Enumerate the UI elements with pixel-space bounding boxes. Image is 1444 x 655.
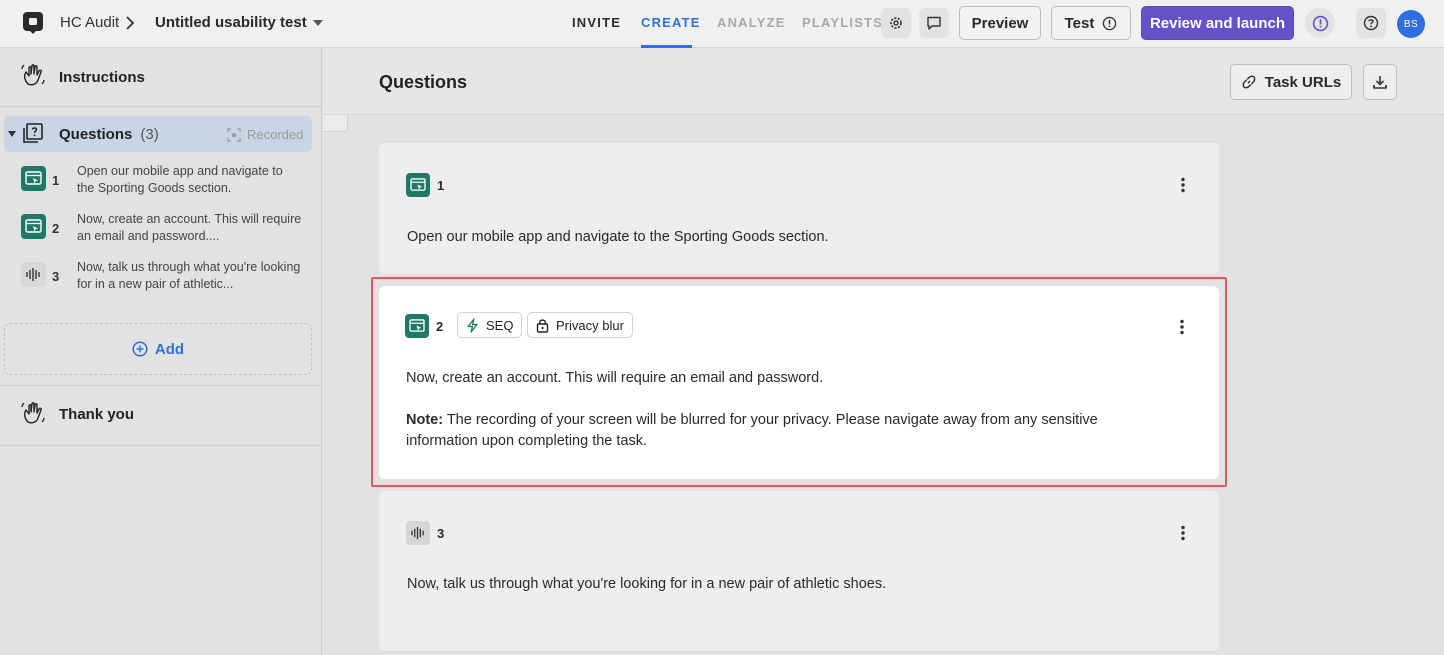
tab-playlists[interactable]: PLAYLISTS xyxy=(802,15,883,30)
add-label: Add xyxy=(154,340,185,358)
more-options-icon[interactable] xyxy=(1178,525,1188,541)
app-logo-icon[interactable] xyxy=(22,11,44,35)
recorded-label: Recorded xyxy=(247,127,304,142)
questions-count: (3) xyxy=(140,126,159,143)
task-urls-label: Task URLs xyxy=(1264,73,1342,91)
task-icon xyxy=(406,173,430,197)
status-alert-button[interactable] xyxy=(1305,8,1335,38)
help-button[interactable] xyxy=(1356,8,1386,38)
sidebar: Instructions Questions (3) Recorded 1 Ope… xyxy=(0,48,322,655)
tab-analyze[interactable]: ANALYZE xyxy=(717,15,786,30)
question-number: 3 xyxy=(52,269,60,284)
divider xyxy=(0,385,322,386)
question-preview-text: Open our mobile app and navigate to the … xyxy=(77,164,283,195)
page-title: Questions xyxy=(379,72,468,92)
audio-waveform-icon xyxy=(406,521,430,545)
test-button[interactable]: Test xyxy=(1051,6,1131,40)
help-circle-icon xyxy=(1363,15,1379,31)
link-icon xyxy=(1242,75,1256,89)
sidebar-item-thank-you[interactable]: Thank you xyxy=(59,406,134,423)
download-icon xyxy=(1373,76,1387,89)
tab-create[interactable]: CREATE xyxy=(641,15,701,30)
question-number: 2 xyxy=(52,221,60,236)
settings-button[interactable] xyxy=(881,8,911,38)
avatar[interactable]: BS xyxy=(1397,10,1425,38)
question-list-icon xyxy=(23,123,43,143)
divider xyxy=(0,106,322,107)
questions-label: Questions xyxy=(59,126,133,143)
audio-waveform-icon xyxy=(21,262,46,287)
main-header: Questions Task URLs xyxy=(323,48,1444,115)
sidebar-item-questions[interactable]: Questions (3) Recorded xyxy=(4,116,312,152)
breadcrumb-project[interactable]: HC Audit xyxy=(60,14,119,31)
question-preview-text: Now, talk us through what you're looking… xyxy=(77,260,301,291)
tab-invite[interactable]: INVITE xyxy=(572,15,621,30)
test-button-label: Test xyxy=(1064,14,1095,32)
caret-down-icon[interactable] xyxy=(8,131,16,137)
chevron-right-icon xyxy=(126,16,135,30)
screen-record-icon xyxy=(227,127,241,142)
top-bar: HC Audit Untitled usability test INVITE … xyxy=(0,0,1444,48)
download-button[interactable] xyxy=(1363,64,1397,100)
sidebar-item-instructions[interactable]: Instructions xyxy=(59,69,145,86)
caret-down-icon[interactable] xyxy=(313,19,323,27)
plus-circle-icon xyxy=(132,341,148,357)
selection-highlight xyxy=(371,277,1227,487)
gear-icon xyxy=(890,17,902,29)
question-card-3[interactable]: 3 Now, talk us through what you're looki… xyxy=(379,491,1219,651)
comment-icon xyxy=(927,16,941,30)
comments-button[interactable] xyxy=(919,8,949,38)
alert-circle-icon xyxy=(1103,16,1117,30)
waving-hand-icon xyxy=(21,64,45,86)
add-question-button[interactable]: Add xyxy=(4,323,312,375)
divider xyxy=(0,445,322,446)
question-number: 1 xyxy=(437,178,445,193)
question-number: 3 xyxy=(437,526,445,541)
alert-circle-icon xyxy=(1312,15,1328,31)
waving-hand-icon xyxy=(21,402,45,424)
question-text: Open our mobile app and navigate to the … xyxy=(407,229,829,245)
test-name-title[interactable]: Untitled usability test xyxy=(155,14,307,31)
task-icon xyxy=(21,166,46,191)
question-card-1[interactable]: 1 Open our mobile app and navigate to th… xyxy=(379,143,1219,274)
question-text: Now, talk us through what you're looking… xyxy=(407,576,887,592)
recorded-status: Recorded xyxy=(227,127,303,142)
task-icon xyxy=(21,214,46,239)
questions-heading: Questions (3) xyxy=(59,126,159,143)
review-and-launch-button[interactable]: Review and launch xyxy=(1141,6,1294,40)
preview-button[interactable]: Preview xyxy=(959,6,1041,40)
more-options-icon[interactable] xyxy=(1178,177,1188,193)
question-preview-text: Now, create an account. This will requir… xyxy=(77,212,302,243)
question-number: 1 xyxy=(52,173,60,188)
task-urls-button[interactable]: Task URLs xyxy=(1230,64,1352,100)
